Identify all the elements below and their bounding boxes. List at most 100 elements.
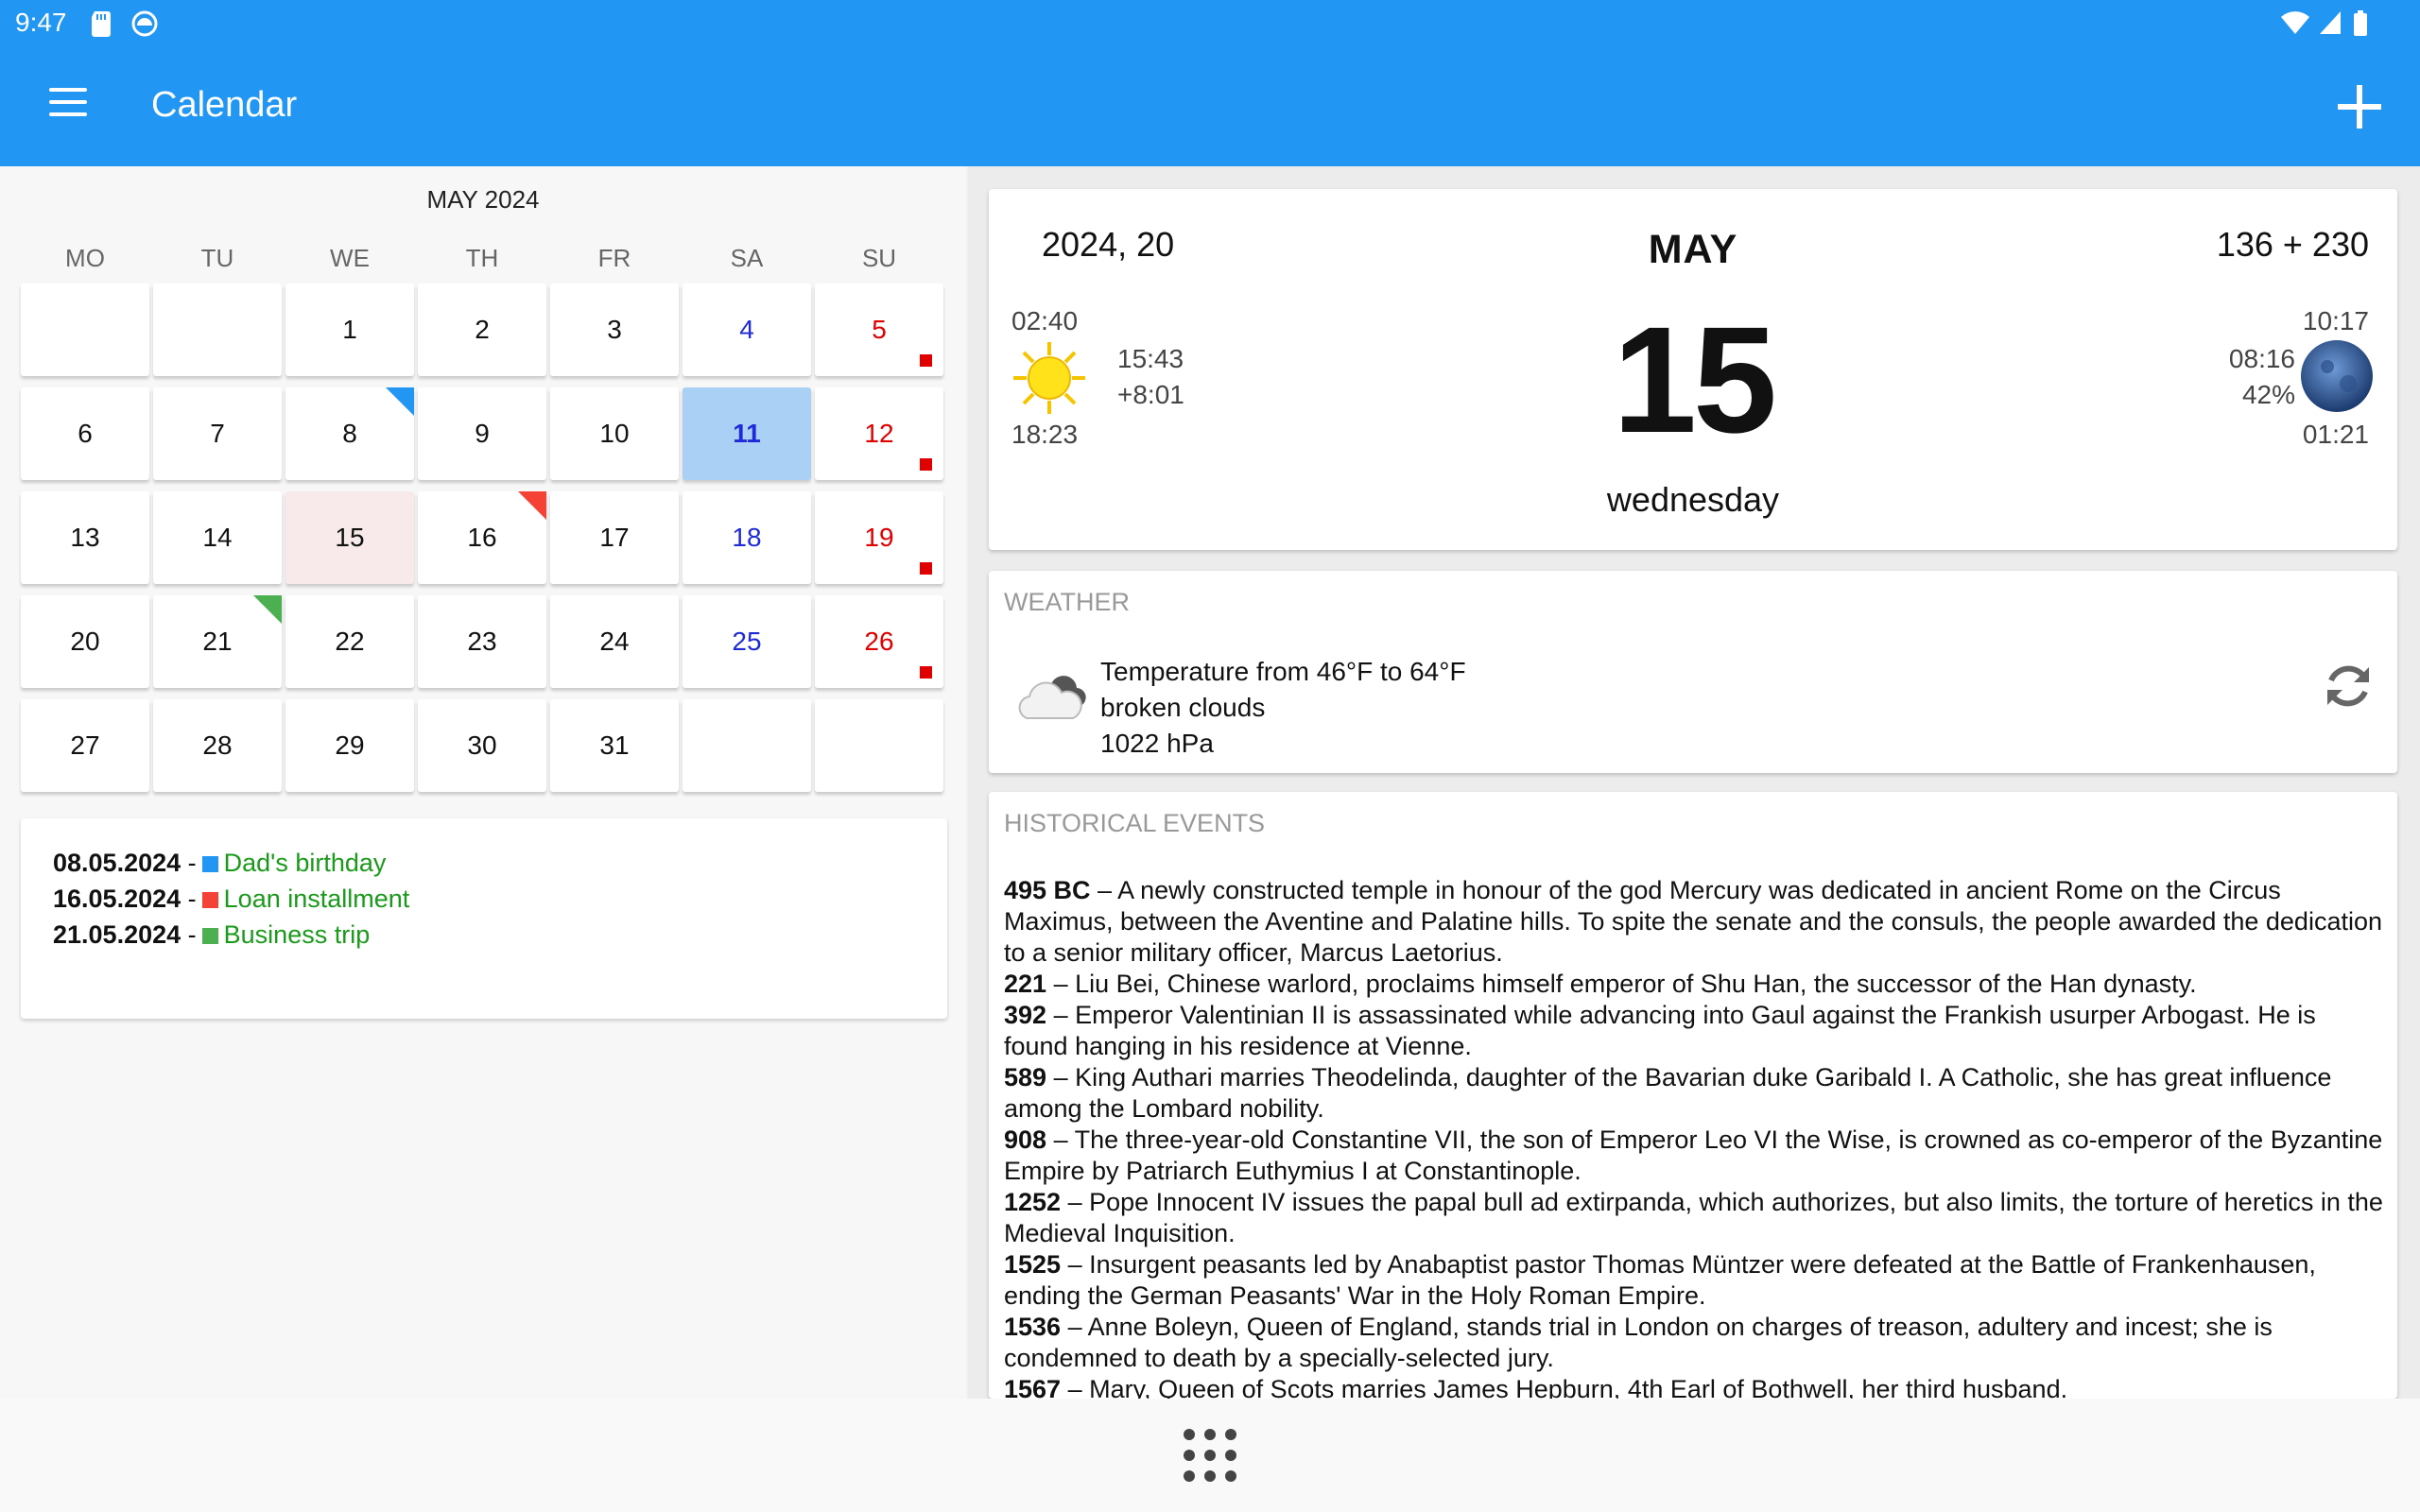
history-text: – Anne Boleyn, Queen of England, stands … <box>1004 1313 2273 1372</box>
event-separator: - <box>187 920 197 949</box>
day-cell[interactable]: 28 <box>153 699 282 792</box>
day-number-label: 3 <box>607 315 622 344</box>
weather-pressure: 1022 hPa <box>1100 729 1214 758</box>
day-cell[interactable]: 17 <box>550 491 679 584</box>
event-item[interactable]: 08.05.2024 - Dad's birthday <box>53 845 915 881</box>
day-cell[interactable]: 31 <box>550 699 679 792</box>
weekday-label: SU <box>861 244 897 272</box>
day-cell[interactable]: 14 <box>153 491 282 584</box>
app-title: Calendar <box>151 85 298 125</box>
history-year: 1252 <box>1004 1188 1062 1216</box>
day-cell[interactable]: 19 <box>815 491 943 584</box>
day-cell[interactable]: 24 <box>550 595 679 688</box>
refresh-icon[interactable] <box>2320 658 2377 719</box>
empty-day-cell <box>815 699 943 792</box>
navigation-bar <box>0 1399 2420 1512</box>
day-cell[interactable]: 23 <box>418 595 546 688</box>
android-head-icon <box>130 9 159 43</box>
day-cell[interactable]: 10 <box>550 387 679 480</box>
day-cell[interactable]: 30 <box>418 699 546 792</box>
day-cell[interactable]: 16 <box>418 491 546 584</box>
day-number-label: 27 <box>70 730 100 760</box>
moon-duration: 08:16 <box>2228 344 2295 373</box>
event-item[interactable]: 21.05.2024 - Business trip <box>53 917 915 953</box>
day-cell[interactable]: 8 <box>285 387 414 480</box>
holiday-marker <box>920 562 932 575</box>
history-item: 1252 – Pope Innocent IV issues the papal… <box>1004 1187 2384 1249</box>
day-cell[interactable]: 3 <box>550 284 679 376</box>
history-text: – Pope Innocent IV issues the papal bull… <box>1004 1188 2383 1247</box>
event-corner-marker <box>253 595 282 624</box>
daylight-diff: +8:01 <box>1117 380 1184 409</box>
day-cell[interactable]: 6 <box>21 387 149 480</box>
day-cell[interactable]: 1 <box>285 284 414 376</box>
cloud-icon <box>1013 671 1095 729</box>
day-cell[interactable]: 4 <box>683 284 811 376</box>
day-cell[interactable]: 11 <box>683 387 811 480</box>
history-text: – Emperor Valentinian II is assassinated… <box>1004 1001 2316 1060</box>
add-icon[interactable] <box>2331 77 2388 134</box>
history-year: 392 <box>1004 1001 1047 1029</box>
event-name: Loan installment <box>223 885 410 913</box>
menu-icon[interactable] <box>49 88 87 122</box>
history-item: 1567 – Mary, Queen of Scots marries Jame… <box>1004 1374 2384 1399</box>
event-item[interactable]: 16.05.2024 - Loan installment <box>53 881 915 917</box>
historical-events-card: HISTORICAL EVENTS 495 BC – A newly const… <box>989 792 2397 1399</box>
day-number-label: 1 <box>342 315 357 344</box>
day-number-label: 4 <box>739 315 754 344</box>
moonset-time: 01:21 <box>2302 420 2369 449</box>
calendar-pane: MAY 2024 MOTUWETHFRSASU 1812345196789101… <box>0 166 966 1399</box>
day-cell[interactable]: 22 <box>285 595 414 688</box>
event-date: 16.05.2024 <box>53 885 182 913</box>
day-number-label: 28 <box>202 730 233 760</box>
day-cell[interactable]: 27 <box>21 699 149 792</box>
day-number: 15 <box>1613 295 1777 464</box>
day-cell[interactable]: 12 <box>815 387 943 480</box>
history-item: 589 – King Authari marries Theodelinda, … <box>1004 1062 2384 1125</box>
history-year: 495 BC <box>1004 876 1091 904</box>
day-cell[interactable]: 13 <box>21 491 149 584</box>
day-cell[interactable]: 9 <box>418 387 546 480</box>
history-year: 589 <box>1004 1063 1047 1091</box>
history-year: 221 <box>1004 970 1047 998</box>
day-detail-card: 2024, 20 MAY 136 + 230 15 wednesday 02:4… <box>989 189 2397 550</box>
day-number-label: 8 <box>342 419 357 448</box>
weather-details: Temperature from 46°F to 64°F broken clo… <box>1100 654 1466 762</box>
day-number-label: 22 <box>335 627 365 656</box>
day-number-label: 14 <box>202 523 233 552</box>
historical-events-label: HISTORICAL EVENTS <box>1004 809 1266 837</box>
day-number-label: 6 <box>78 419 93 448</box>
day-cell[interactable]: 2 <box>418 284 546 376</box>
day-cell[interactable]: 5 <box>815 284 943 376</box>
history-year: 1536 <box>1004 1313 1062 1341</box>
daylight-length: 15:43 <box>1117 344 1184 373</box>
battery-icon <box>2352 9 2369 43</box>
day-number-label: 23 <box>467 627 497 656</box>
day-cell[interactable]: 26 <box>815 595 943 688</box>
history-text: – A newly constructed temple in honour o… <box>1004 876 2382 967</box>
app-bar: Calendar <box>0 47 2420 166</box>
day-cell[interactable]: 15 <box>285 491 414 584</box>
sunrise-time: 02:40 <box>1011 306 1079 335</box>
day-number-label: 25 <box>732 627 762 656</box>
day-number-label: 26 <box>864 627 894 656</box>
sun-icon <box>1011 340 1087 421</box>
day-cell[interactable]: 29 <box>285 699 414 792</box>
weekday-label: TU <box>200 244 234 272</box>
day-cell[interactable]: 18 <box>683 491 811 584</box>
status-time: 9:47 <box>15 8 67 37</box>
day-number-label: 30 <box>467 730 497 760</box>
app-grid-icon[interactable] <box>1184 1429 1236 1482</box>
day-number-label: 31 <box>599 730 630 760</box>
weekday-name: wednesday <box>1606 480 1780 519</box>
history-year: 1567 <box>1004 1375 1062 1399</box>
wifi-icon <box>2280 9 2310 41</box>
day-number-label: 7 <box>210 419 225 448</box>
day-cell[interactable]: 25 <box>683 595 811 688</box>
day-number-label: 29 <box>335 730 365 760</box>
day-cell[interactable]: 21 <box>153 595 282 688</box>
history-year: 1525 <box>1004 1250 1062 1279</box>
weekday-label: TH <box>465 244 499 272</box>
day-cell[interactable]: 20 <box>21 595 149 688</box>
day-cell[interactable]: 7 <box>153 387 282 480</box>
